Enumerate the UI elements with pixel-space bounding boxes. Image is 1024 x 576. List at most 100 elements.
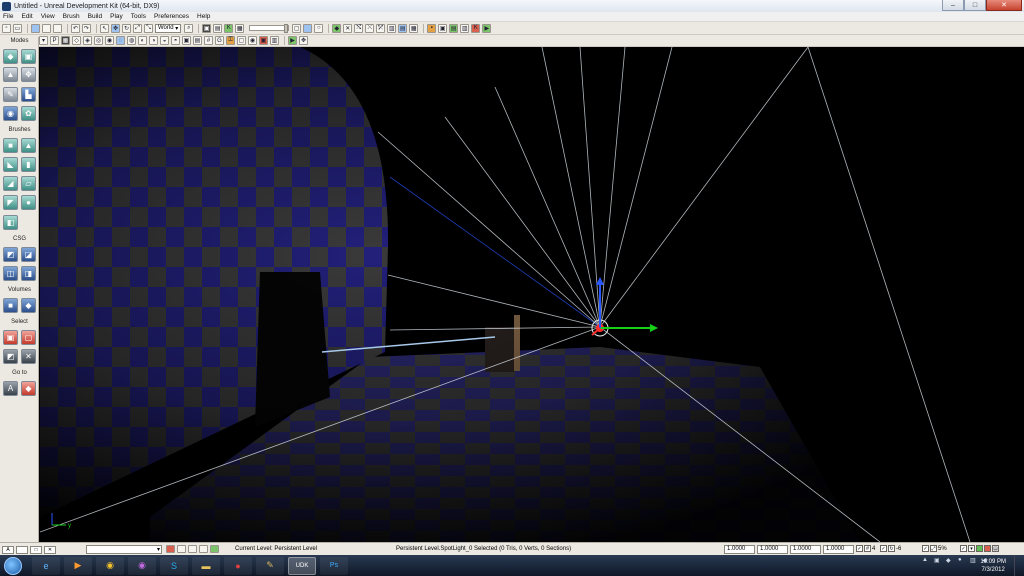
taskbar-clock[interactable]: 10:09 PM 7/3/2012	[980, 558, 1006, 574]
drag-grid-field-4[interactable]: 1.0000	[823, 545, 854, 554]
build-paths-icon[interactable]: ⤭	[354, 23, 364, 33]
udk-taskbar-icon[interactable]: UDK	[288, 556, 316, 575]
menu-edit[interactable]: Edit	[21, 13, 32, 20]
save-all-icon[interactable]	[42, 23, 51, 33]
light-complexity-icon[interactable]: ◍	[127, 36, 136, 45]
tray-app3-icon[interactable]: ●	[958, 557, 966, 565]
build-lighting-icon[interactable]: ✕	[343, 23, 353, 33]
minimize-button[interactable]: –	[942, 0, 964, 11]
realtime-audio-icon[interactable]: ▣	[259, 36, 268, 45]
select-none-icon[interactable]: ▢	[21, 330, 36, 345]
drag-grid-field-1[interactable]: 1.0000	[724, 545, 755, 554]
perspective-viewport[interactable]: y	[40, 47, 1024, 542]
menu-view[interactable]: View	[41, 13, 55, 20]
redo-icon[interactable]: ↷	[82, 23, 91, 33]
menu-build[interactable]: Build	[88, 13, 102, 20]
grid-icon[interactable]: #	[204, 36, 213, 45]
menu-tools[interactable]: Tools	[131, 13, 146, 20]
file-explorer-icon[interactable]: ▬	[192, 556, 220, 575]
scale-snap-value[interactable]: 5%	[938, 546, 947, 552]
sphere-brush-icon[interactable]: ●	[21, 195, 36, 210]
open-map-icon[interactable]: ▭	[13, 23, 22, 33]
camera-icon[interactable]: ▢	[237, 36, 246, 45]
find-actor-icon[interactable]: ⌕	[184, 23, 194, 33]
menu-play[interactable]: Play	[110, 13, 123, 20]
command-line-combo[interactable]: ▾	[86, 545, 162, 554]
goto-actor-icon[interactable]: A	[3, 381, 18, 396]
menu-help[interactable]: Help	[197, 13, 210, 20]
build-geometry-icon[interactable]: ◆	[332, 23, 342, 33]
mesh-paint-icon[interactable]: ▙	[21, 87, 36, 102]
media-app-icon[interactable]: ◉	[128, 556, 156, 575]
brush-icon[interactable]	[177, 545, 186, 553]
select-all-icon[interactable]: ▣	[3, 330, 18, 345]
foliage-mode-icon[interactable]: ✿	[21, 106, 36, 121]
play-button-icon[interactable]: ▶	[482, 23, 492, 33]
volumetric-brush-icon[interactable]: ◧	[3, 215, 18, 230]
lighting-icon[interactable]: ○	[314, 23, 324, 33]
drag-grid-field-3[interactable]: 1.0000	[790, 545, 821, 554]
show-selected-icon[interactable]: ◩	[3, 349, 18, 364]
rotate-mode-icon[interactable]: ↻	[122, 23, 131, 33]
maximize-button[interactable]: □	[964, 0, 986, 11]
lighting-quality-icon[interactable]: ▦	[409, 23, 419, 33]
current-level-icon[interactable]	[199, 545, 208, 553]
level-lock-icon[interactable]	[166, 545, 175, 553]
level-browser-icon[interactable]	[210, 545, 219, 553]
linear-stair-icon[interactable]: ◢	[3, 176, 18, 191]
texture-align-icon[interactable]: ✎	[3, 87, 18, 102]
csg-add-icon[interactable]: ◩	[3, 247, 18, 262]
add-volume-icon[interactable]: ■	[3, 298, 18, 313]
autosave-checkbox[interactable]: ✓	[960, 545, 967, 552]
panel-tab-icon[interactable]	[16, 545, 28, 554]
play-on-pc-icon[interactable]: ▥	[460, 23, 470, 33]
game-view-icon[interactable]: ▦	[61, 36, 70, 45]
viewport-options-icon[interactable]: ✥	[299, 36, 308, 45]
perspective-icon[interactable]: P	[50, 36, 59, 45]
slider-thumb[interactable]	[284, 24, 289, 33]
skype-icon[interactable]: S	[160, 556, 188, 575]
camera-speed-slider[interactable]	[249, 24, 290, 33]
grid-snap-checkbox[interactable]: ✓	[856, 545, 863, 552]
lock-viewport-icon[interactable]: ⚿	[226, 36, 235, 45]
open-package-icon[interactable]	[53, 23, 62, 33]
lit-icon[interactable]: ◉	[105, 36, 114, 45]
build-cover-icon[interactable]: ⤬	[365, 23, 375, 33]
rotation-snap-checkbox[interactable]: ✓	[880, 545, 887, 552]
viewport-menu-icon[interactable]: ▾	[39, 36, 48, 45]
viewport-icon[interactable]: ▢	[292, 23, 302, 33]
play-on-console-icon[interactable]: ▣	[438, 23, 448, 33]
csg-subtract-icon[interactable]: ◪	[21, 247, 36, 262]
goto-builder-brush-icon[interactable]: ◆	[21, 381, 36, 396]
network-icon[interactable]: ▥	[970, 557, 978, 565]
realtime-icon[interactable]	[303, 23, 313, 33]
spiral-stair-icon[interactable]: ◤	[3, 195, 18, 210]
csg-intersect-icon[interactable]: ◫	[3, 266, 18, 281]
close-button[interactable]: ✕	[986, 0, 1022, 11]
internet-explorer-icon[interactable]: e	[32, 556, 60, 575]
menu-file[interactable]: File	[3, 13, 13, 20]
tray-app2-icon[interactable]: ◆	[946, 557, 954, 565]
tray-app-icon[interactable]: ▣	[934, 557, 942, 565]
move-mode-icon[interactable]: ✥	[21, 67, 36, 82]
cube-brush-icon[interactable]: ■	[3, 138, 18, 153]
mobile-preview-icon[interactable]: ▤	[449, 23, 459, 33]
play-in-viewport-icon[interactable]: ▶	[288, 36, 297, 45]
reflections-icon[interactable]: ◓	[171, 36, 180, 45]
chrome-icon[interactable]: ◉	[96, 556, 124, 575]
panel-restore-icon[interactable]: A	[2, 545, 14, 554]
new-map-icon[interactable]: ▫	[2, 23, 11, 33]
texture-density-icon[interactable]: ◐	[138, 36, 147, 45]
curved-stair-icon[interactable]: ◣	[3, 157, 18, 172]
save-icon[interactable]	[31, 23, 40, 33]
photoshop-icon[interactable]: Ps	[320, 556, 348, 575]
build-options-icon[interactable]: ▥	[387, 23, 397, 33]
rotation-snap-value[interactable]: -6	[896, 546, 901, 552]
game-stats-icon[interactable]: ▤	[193, 36, 202, 45]
options-icon[interactable]: ▾	[968, 545, 975, 552]
scale-snap-checkbox[interactable]: ✓	[922, 545, 929, 552]
menu-preferences[interactable]: Preferences	[154, 13, 189, 20]
coordinate-system-select[interactable]: World ▾	[155, 23, 182, 33]
start-button[interactable]	[4, 556, 22, 575]
tray-expand-icon[interactable]: ▲	[922, 557, 930, 565]
